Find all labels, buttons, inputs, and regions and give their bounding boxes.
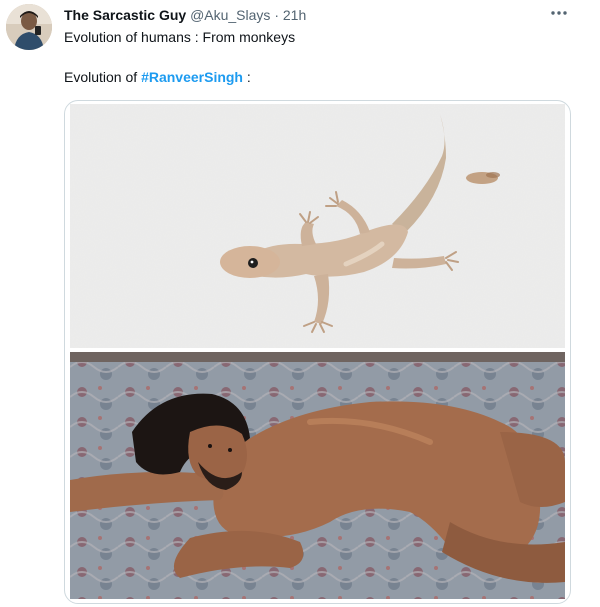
avatar-image: [6, 4, 52, 50]
user-handle[interactable]: @Aku_Slays: [190, 7, 270, 23]
media-image-lizard[interactable]: [70, 104, 565, 348]
tweet-header: The Sarcastic Guy @Aku_Slays · 21h: [64, 6, 306, 24]
avatar[interactable]: [6, 4, 52, 50]
man-lying-on-carpet-photo: [70, 352, 565, 599]
separator-dot: ·: [274, 7, 279, 23]
tweet[interactable]: The Sarcastic Guy @Aku_Slays · 21h Evolu…: [0, 0, 600, 607]
lizard-photo: [70, 104, 565, 348]
media-image-man[interactable]: [70, 352, 565, 599]
tweet-text-line-2: Evolution of #RanveerSingh :: [64, 68, 251, 86]
display-name[interactable]: The Sarcastic Guy: [64, 7, 186, 23]
tweet-media[interactable]: [64, 100, 571, 604]
tweet-text-suffix: :: [243, 69, 251, 85]
tweet-text-prefix: Evolution of: [64, 69, 142, 85]
hashtag-link[interactable]: #RanveerSingh: [141, 69, 243, 85]
more-icon[interactable]: [548, 4, 570, 22]
tweet-timestamp[interactable]: 21h: [283, 7, 306, 23]
tweet-text-line-1: Evolution of humans : From monkeys: [64, 29, 296, 45]
